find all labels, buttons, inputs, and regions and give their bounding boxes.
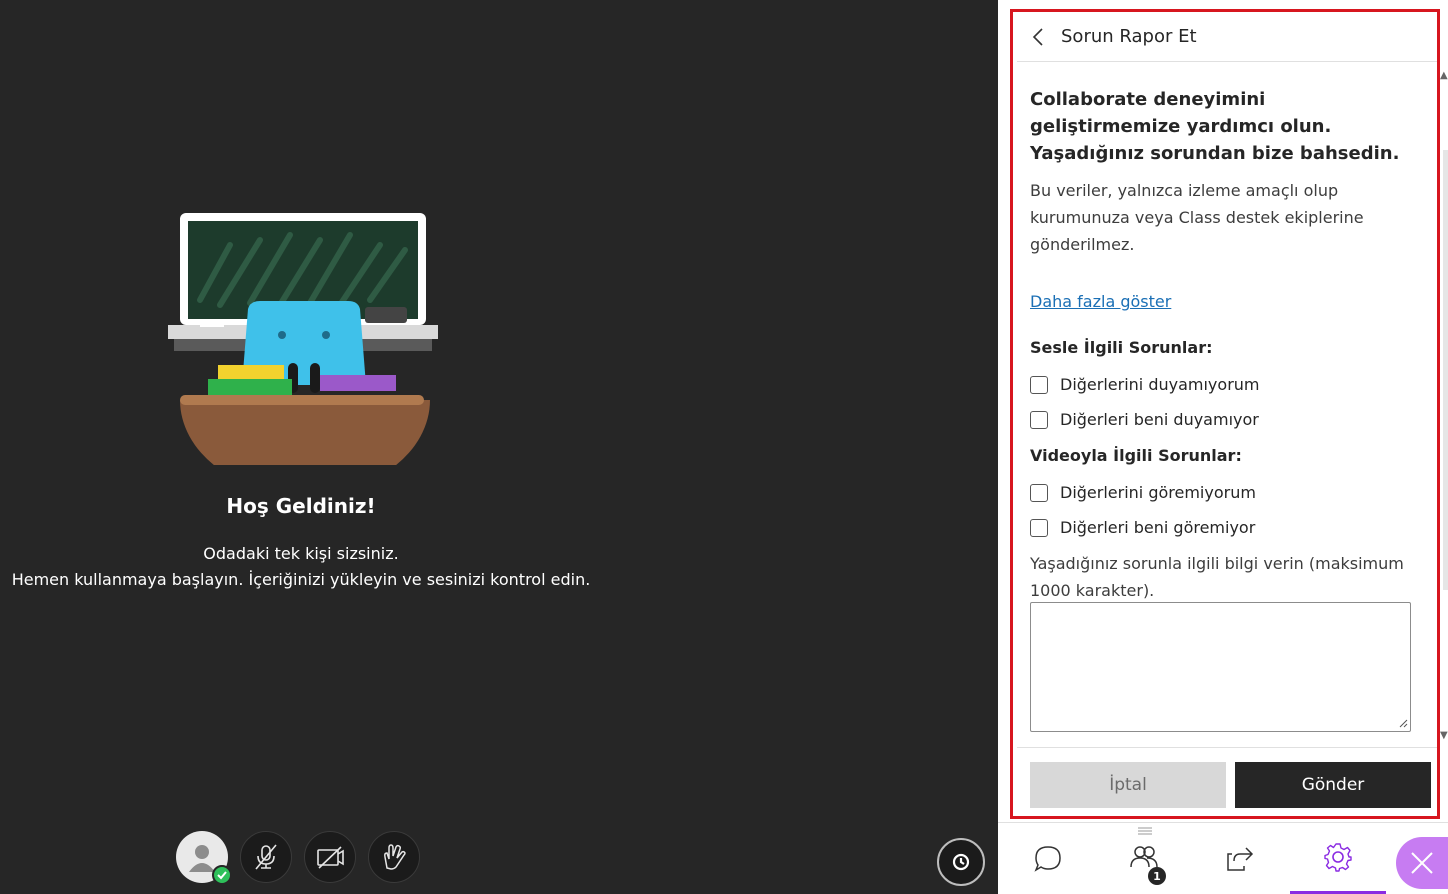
scrollbar[interactable] bbox=[1443, 150, 1448, 590]
share-icon bbox=[1227, 847, 1254, 871]
checkbox[interactable] bbox=[1030, 483, 1048, 502]
gear-icon bbox=[1324, 843, 1352, 872]
audio-option-not-heard[interactable]: Diğerleri beni duyamıyor bbox=[1030, 410, 1259, 429]
welcome-message: Odadaki tek kişi sizsiniz. bbox=[203, 544, 399, 563]
tab-share-content[interactable] bbox=[1192, 823, 1288, 894]
user-avatar-icon bbox=[189, 845, 215, 872]
raise-hand-icon bbox=[384, 844, 406, 870]
welcome-title: Hoş Geldiniz! bbox=[226, 494, 376, 518]
resize-grip-icon[interactable] bbox=[1398, 718, 1408, 728]
send-button[interactable]: Gönder bbox=[1235, 762, 1431, 808]
cancel-button[interactable]: İptal bbox=[1030, 762, 1226, 808]
microphone-toggle[interactable] bbox=[240, 831, 292, 883]
raise-hand-button[interactable] bbox=[368, 831, 420, 883]
checkbox-label: Diğerlerini duyamıyorum bbox=[1060, 375, 1260, 394]
welcome-instructions: Hemen kullanmaya başlayın. İçeriğinizi y… bbox=[11, 570, 591, 589]
scroll-down-arrow[interactable]: ▼ bbox=[1440, 730, 1448, 741]
video-option-not-seen[interactable]: Diğerleri beni göremiyor bbox=[1030, 518, 1255, 537]
my-status-button[interactable] bbox=[176, 831, 232, 885]
checkbox-label: Diğerleri beni duyamıyor bbox=[1060, 410, 1259, 429]
audio-section-label: Sesle İlgili Sorunlar: bbox=[1030, 338, 1213, 357]
details-textarea[interactable] bbox=[1030, 602, 1411, 732]
checkbox-label: Diğerleri beni göremiyor bbox=[1060, 518, 1256, 537]
privacy-note: Bu veriler, yalnızca izleme amaçlı olup … bbox=[1030, 181, 1364, 254]
media-controls bbox=[176, 831, 420, 885]
checkbox[interactable] bbox=[1030, 410, 1048, 429]
chevron-left-icon bbox=[1032, 27, 1043, 46]
video-option-cant-see[interactable]: Diğerlerini göremiyorum bbox=[1030, 483, 1256, 502]
report-form: Collaborate deneyimini geliştirmemize ya… bbox=[1030, 86, 1420, 732]
checkbox-label: Diğerlerini göremiyorum bbox=[1060, 483, 1256, 502]
attendee-count-badge: 1 bbox=[1148, 867, 1166, 885]
scroll-up-arrow[interactable]: ▲ bbox=[1440, 70, 1448, 81]
tab-attendees[interactable]: 1 bbox=[1096, 823, 1192, 894]
show-more-link[interactable]: Daha fazla göster bbox=[1030, 292, 1171, 311]
session-status-button[interactable] bbox=[937, 838, 985, 886]
microphone-off-icon bbox=[255, 844, 277, 870]
checkbox[interactable] bbox=[1030, 375, 1048, 394]
audio-option-cant-hear[interactable]: Diğerlerini duyamıyorum bbox=[1030, 375, 1260, 394]
footer-divider bbox=[1017, 747, 1437, 748]
panel-title: Sorun Rapor Et bbox=[1061, 26, 1197, 47]
back-button[interactable] bbox=[1023, 17, 1053, 57]
close-panel-button[interactable] bbox=[1396, 837, 1448, 889]
camera-toggle[interactable] bbox=[304, 831, 356, 883]
tab-settings[interactable] bbox=[1290, 823, 1386, 894]
video-section-label: Videoyla İlgili Sorunlar: bbox=[1030, 446, 1242, 465]
checkbox[interactable] bbox=[1030, 518, 1048, 537]
camera-off-icon bbox=[317, 846, 344, 869]
form-intro: Collaborate deneyimini geliştirmemize ya… bbox=[1030, 89, 1400, 164]
details-label: Yaşadığınız sorunla ilgili bilgi verin (… bbox=[1030, 554, 1404, 600]
panel-bottom-nav: 1 bbox=[998, 822, 1448, 894]
panel-header: Sorun Rapor Et bbox=[1017, 12, 1437, 62]
close-icon bbox=[1411, 852, 1433, 874]
tab-chat[interactable] bbox=[1000, 823, 1096, 894]
check-icon bbox=[212, 865, 232, 885]
main-stage: Hoş Geldiniz! Odadaki tek kişi sizsiniz.… bbox=[0, 0, 998, 894]
classroom-illustration bbox=[168, 213, 438, 465]
clock-icon bbox=[952, 853, 970, 871]
chat-icon bbox=[1034, 846, 1061, 872]
